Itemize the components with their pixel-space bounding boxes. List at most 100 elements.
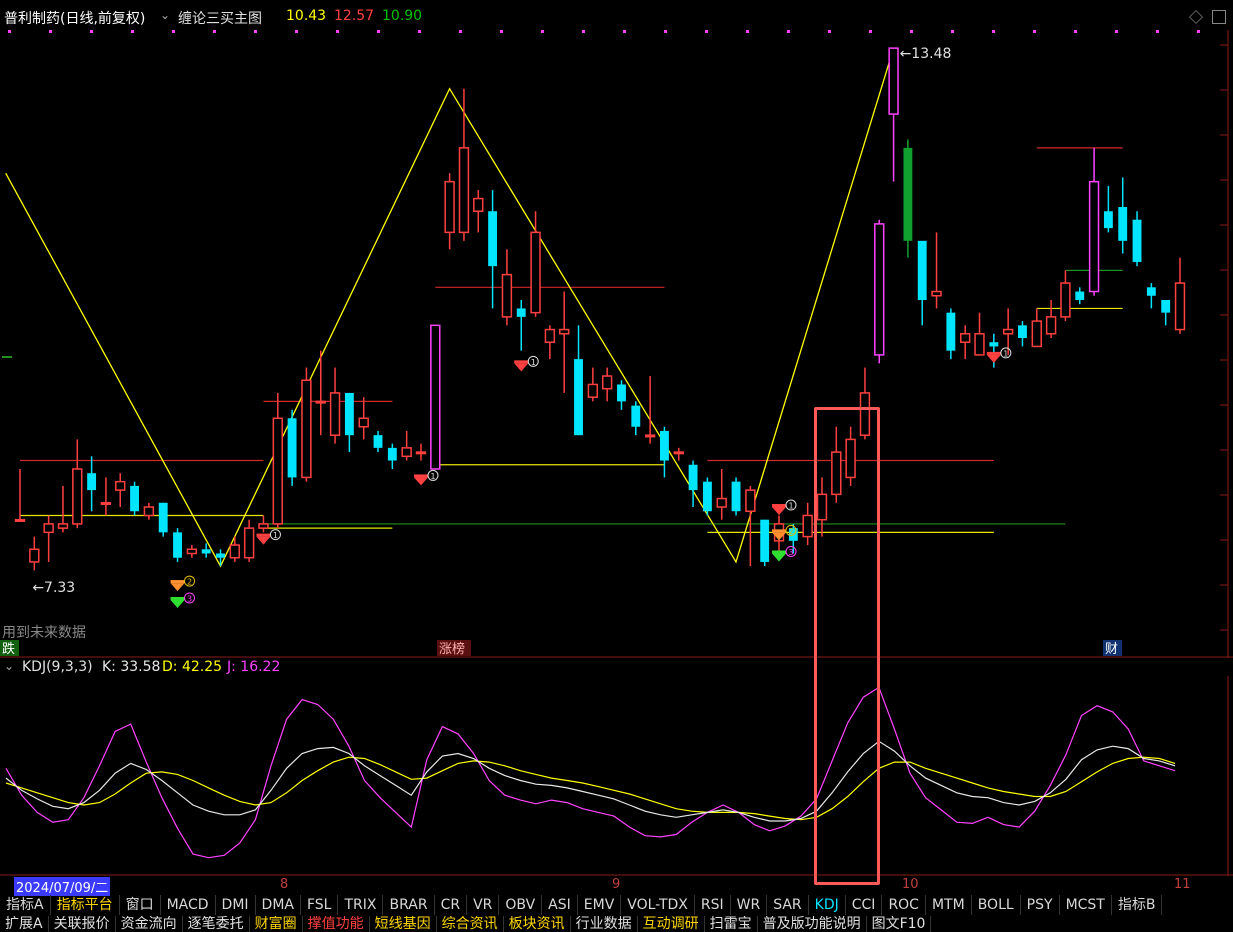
candle-body-64 — [931, 290, 942, 297]
candle-body-2 — [43, 523, 54, 534]
candle-body-47 — [688, 464, 698, 491]
maximize-button[interactable] — [1212, 10, 1226, 24]
candle-body-46 — [673, 451, 684, 455]
function-tab-12[interactable]: 普及版功能说明 — [758, 916, 867, 932]
tab-13[interactable]: EMV — [578, 895, 622, 915]
kdj-title[interactable]: KDJ(9,3,3) — [22, 659, 93, 675]
tab-24[interactable]: MCST — [1060, 895, 1112, 915]
kdj-chart[interactable] — [0, 676, 1233, 876]
function-tab-5[interactable]: 撑值功能 — [303, 916, 370, 932]
candle-body-63 — [917, 240, 927, 300]
kdj-j-line — [5, 686, 1176, 859]
signal-dot — [992, 30, 995, 33]
candle-body-5 — [87, 473, 97, 491]
chevron-down-icon[interactable]: ⌄ — [160, 8, 170, 22]
signal-dot — [869, 30, 872, 33]
kdj-k-line — [5, 740, 1176, 822]
tab-4[interactable]: DMI — [216, 895, 256, 915]
candle-body-8 — [130, 485, 140, 512]
tab-10[interactable]: VR — [467, 895, 500, 915]
signal-label-4-num: 2 — [788, 527, 793, 536]
tab-11[interactable]: OBV — [499, 895, 543, 915]
signal-gem-5 — [772, 553, 787, 562]
tab-2[interactable]: 窗口 — [120, 895, 161, 915]
function-tab-6[interactable]: 短线基因 — [370, 916, 437, 932]
function-tab-11[interactable]: 扫雷宝 — [705, 916, 758, 932]
signal-dot — [336, 30, 339, 33]
signal-gem-4-top — [772, 529, 787, 533]
function-tab-8[interactable]: 板块资讯 — [504, 916, 571, 932]
candle-body-30 — [444, 180, 455, 234]
candle-body-41 — [601, 375, 613, 390]
tab-16[interactable]: WR — [731, 895, 768, 915]
candle-body-39 — [574, 359, 583, 436]
signal-dot — [172, 30, 175, 33]
stock-title[interactable]: 普利制药(日线,前复权) — [4, 8, 145, 28]
candle-body-62 — [903, 147, 913, 241]
tab-6[interactable]: FSL — [301, 895, 339, 915]
axis-mark — [2, 356, 12, 358]
badge-mid: 涨榜 — [439, 641, 465, 657]
signal-gem-2-top — [514, 360, 529, 364]
tab-22[interactable]: BOLL — [972, 895, 1021, 915]
candle-body-23 — [344, 392, 354, 436]
tab-23[interactable]: PSY — [1021, 895, 1060, 915]
month-label-8: 8 — [280, 877, 289, 892]
signal-dot — [213, 30, 216, 33]
tab-25[interactable]: 指标B — [1112, 895, 1163, 915]
tab-1[interactable]: 指标平台 — [51, 895, 120, 915]
tab-20[interactable]: ROC — [882, 895, 926, 915]
main-chart[interactable]: 2 3 1 1 1 1 2 3 1 ←13.48 ←7.33 用到未来数据跌 涨榜 财 — [0, 30, 1233, 658]
tab-9[interactable]: CR — [435, 895, 468, 915]
function-tab-13[interactable]: 图文F10 — [867, 916, 932, 932]
buy-signal-gem-1-top — [170, 596, 185, 600]
chevron-down-icon[interactable]: ⌄ — [4, 659, 14, 673]
highlight-box — [814, 407, 880, 885]
tab-8[interactable]: BRAR — [383, 895, 435, 915]
candle-body-80 — [1161, 299, 1171, 313]
tab-12[interactable]: ASI — [542, 895, 578, 915]
signal-gem-3 — [772, 507, 787, 516]
function-tab-1[interactable]: 关联报价 — [49, 916, 116, 932]
candle-body-22 — [329, 392, 341, 436]
kdj-j-value: J: 16.22 — [227, 659, 281, 675]
signal-dot — [664, 30, 667, 33]
signal-gem-1 — [413, 477, 428, 486]
candle-body-1 — [29, 548, 40, 563]
function-tab-3[interactable]: 逐笔委托 — [183, 916, 250, 932]
tab-18[interactable]: KDJ — [809, 895, 846, 915]
tab-19[interactable]: CCI — [846, 895, 883, 915]
candle-body-45 — [660, 430, 669, 461]
signal-dot — [1156, 30, 1159, 33]
indicator-name[interactable]: 缠论三买主图 — [178, 8, 262, 28]
candle-body-60 — [874, 223, 885, 356]
signal-dot — [131, 30, 134, 33]
function-tab-2[interactable]: 资金流向 — [116, 916, 183, 932]
function-tab-7[interactable]: 综合资讯 — [437, 916, 504, 932]
tab-17[interactable]: SAR — [767, 895, 809, 915]
function-tab-10[interactable]: 互动调研 — [638, 916, 705, 932]
future-data-note: 用到未来数据 — [2, 625, 86, 641]
candle-body-4 — [72, 468, 83, 525]
function-tab-4[interactable]: 财富圈 — [250, 916, 303, 932]
signal-label-0-num: 1 — [273, 531, 278, 540]
diamond-icon[interactable] — [1189, 10, 1203, 24]
candle-body-20 — [301, 379, 312, 479]
signal-dot — [500, 30, 503, 33]
candle-body-78 — [1132, 219, 1142, 262]
candle-body-73 — [1060, 282, 1071, 318]
tab-5[interactable]: DMA — [256, 895, 301, 915]
tab-0[interactable]: 指标A — [0, 895, 51, 915]
candle-body-65 — [946, 312, 956, 351]
tab-7[interactable]: TRIX — [338, 895, 384, 915]
function-tab-9[interactable]: 行业数据 — [571, 916, 638, 932]
tab-3[interactable]: MACD — [161, 895, 216, 915]
signal-dot — [582, 30, 585, 33]
candle-body-38 — [559, 328, 570, 335]
tab-15[interactable]: RSI — [695, 895, 731, 915]
candle-body-25 — [373, 435, 383, 448]
signal-dot — [1197, 30, 1200, 33]
function-tab-0[interactable]: 扩展A — [0, 916, 49, 932]
tab-21[interactable]: MTM — [926, 895, 972, 915]
tab-14[interactable]: VOL-TDX — [621, 895, 695, 915]
